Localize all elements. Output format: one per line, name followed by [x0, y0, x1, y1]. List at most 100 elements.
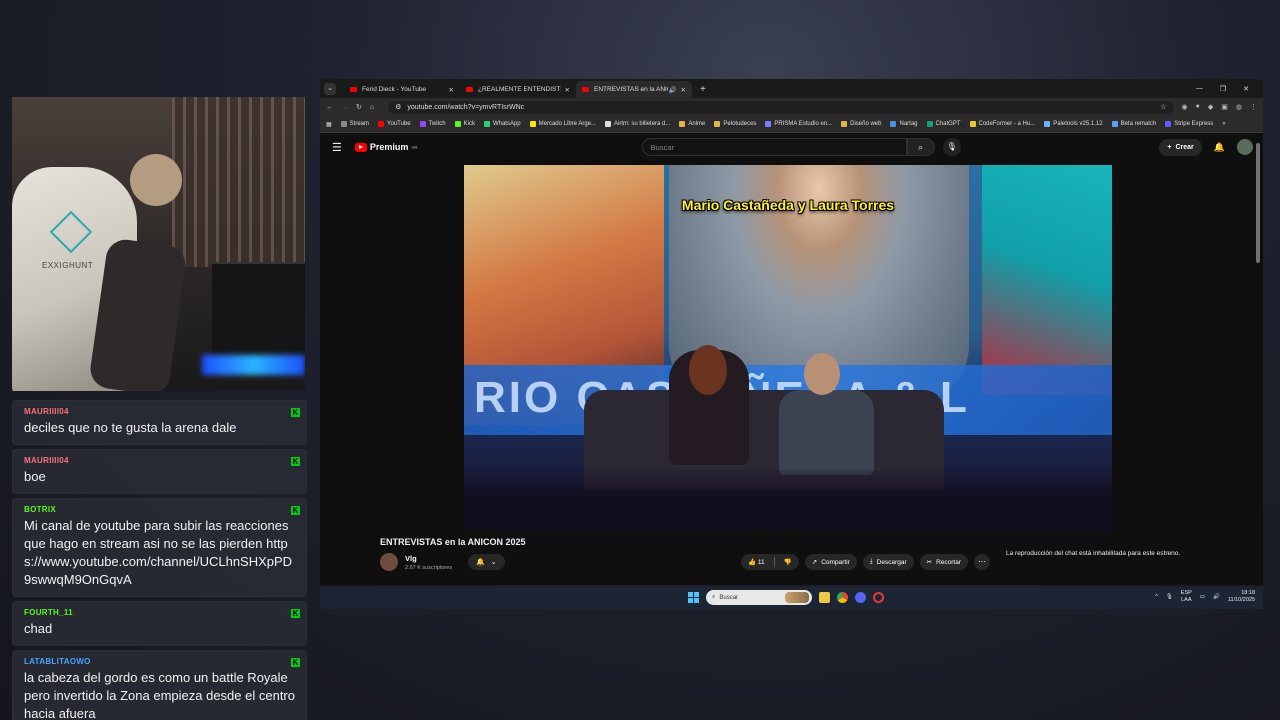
- video-player[interactable]: RIO CASTAÑEDA & L Mario Castañeda y Laur…: [464, 165, 1112, 530]
- windows-start-icon[interactable]: [688, 592, 699, 603]
- youtube-logo[interactable]: Premium AR: [354, 142, 418, 152]
- chat-text: boe: [24, 469, 46, 484]
- reload-icon[interactable]: ↻: [356, 103, 362, 111]
- chat-message: MAURIIII04 boe K: [12, 449, 307, 494]
- volume-icon[interactable]: 🔊: [1213, 594, 1220, 600]
- bookmark-item[interactable]: WhatsApp: [483, 121, 521, 127]
- close-tab-icon[interactable]: ✕: [449, 86, 454, 94]
- extension-icon[interactable]: ●: [1196, 103, 1200, 111]
- clock[interactable]: 18:18 11/10/2025: [1228, 590, 1255, 604]
- youtube-play-icon: [354, 142, 367, 152]
- app-icon[interactable]: [873, 592, 884, 603]
- close-tab-icon[interactable]: ✕: [565, 86, 570, 94]
- url-field[interactable]: ⚙ youtube.com/watch?v=ymvRTIsrWNc ☆: [388, 100, 1174, 114]
- bookmark-item[interactable]: Stripe Express: [1165, 121, 1213, 127]
- profile-icon[interactable]: ◍: [1236, 103, 1242, 111]
- maximize-icon[interactable]: ❐: [1220, 85, 1226, 93]
- logo-country: AR: [411, 144, 418, 150]
- dislike-button[interactable]: 👎: [784, 558, 792, 566]
- chat-username[interactable]: MAURIIII04: [24, 407, 295, 416]
- network-icon[interactable]: ▭: [1200, 594, 1205, 600]
- minimize-icon[interactable]: —: [1196, 85, 1203, 93]
- youtube-header: ☰ Premium AR Buscar ⌕ 🎙 + Crear 🔔: [320, 133, 1263, 161]
- bookmark-item[interactable]: Anime: [679, 121, 705, 127]
- windows-taskbar: ⌕ Buscar ^ 🎙 ESP LAA ▭ 🔊 18:18 11/10/2025: [320, 587, 1263, 609]
- channel-avatar[interactable]: [380, 553, 398, 571]
- chevron-down-icon: ⌄: [490, 559, 497, 566]
- bookmark-item[interactable]: ChatGPT: [926, 121, 961, 127]
- video-caption: Mario Castañeda y Laura Torres: [681, 197, 895, 213]
- hat-decoration: [130, 154, 182, 206]
- mic-icon[interactable]: 🎙: [942, 138, 961, 156]
- bookmark-item[interactable]: Paletools v25.1.12: [1044, 121, 1103, 127]
- mic-tray-icon[interactable]: 🎙: [1166, 594, 1173, 600]
- bookmark-item[interactable]: Beta rematch: [1111, 121, 1156, 127]
- discord-icon[interactable]: [855, 592, 866, 603]
- bookmark-item[interactable]: Kick: [454, 121, 475, 127]
- clip-button[interactable]: ✂ Recortar: [919, 554, 968, 570]
- apps-icon[interactable]: ▦: [326, 121, 332, 128]
- menu-kebab-icon[interactable]: ⋮: [1250, 103, 1257, 111]
- avatar[interactable]: [1237, 139, 1253, 155]
- hamburger-menu-icon[interactable]: ☰: [332, 141, 342, 154]
- search-input[interactable]: Buscar: [641, 138, 907, 156]
- chat-message: FOURTH_11 chad K: [12, 601, 307, 646]
- tab-3-active[interactable]: ENTREVISTAS en la ANICON🔊 ✕: [576, 81, 692, 98]
- close-tab-icon[interactable]: ✕: [681, 86, 686, 94]
- page-scrollbar[interactable]: [1256, 143, 1260, 263]
- bookmark-item[interactable]: YouTube: [378, 121, 411, 127]
- bookmark-label: Mercado Libre Arge...: [538, 121, 597, 127]
- bookmark-item[interactable]: Mercado Libre Arge...: [529, 121, 597, 127]
- close-window-icon[interactable]: ✕: [1243, 85, 1249, 93]
- tab-1[interactable]: Ferid Dieck - YouTube ✕: [344, 81, 460, 98]
- channel-name[interactable]: Vlg: [405, 554, 452, 563]
- bookmark-item[interactable]: Airtm: su billetera d...: [605, 121, 670, 127]
- bookmark-item[interactable]: Pelotudeces: [714, 121, 756, 127]
- file-explorer-icon[interactable]: [819, 592, 830, 603]
- new-tab-icon[interactable]: +: [700, 84, 706, 95]
- bookmark-label: Kick: [463, 121, 475, 127]
- share-button[interactable]: ↗ Compartir: [804, 554, 857, 570]
- bookmark-item[interactable]: Twitch: [419, 121, 446, 127]
- chevron-up-icon[interactable]: ^: [1155, 594, 1158, 600]
- chrome-icon[interactable]: [837, 592, 848, 603]
- extension-icon[interactable]: ◉: [1182, 103, 1188, 111]
- subscribed-button[interactable]: 🔔 ⌄: [468, 554, 505, 570]
- bookmark-star-icon[interactable]: ☆: [1160, 103, 1166, 111]
- extensions-puzzle-icon[interactable]: ▣: [1221, 103, 1228, 111]
- bookmark-item[interactable]: Diseño web: [841, 121, 881, 127]
- bookmark-favicon-icon: [765, 121, 772, 127]
- tab-search-icon[interactable]: ⌄: [324, 83, 336, 95]
- site-info-icon[interactable]: ⚙: [395, 103, 401, 111]
- language-indicator[interactable]: ESP LAA: [1181, 590, 1192, 604]
- bookmark-label: Nartag: [899, 121, 918, 127]
- chat-username[interactable]: BOTRIX: [24, 505, 295, 514]
- forward-icon[interactable]: →: [341, 104, 348, 111]
- more-bookmarks-icon[interactable]: »: [1222, 121, 1225, 127]
- bookmark-favicon-icon: [483, 121, 490, 127]
- guest-man-head: [804, 353, 840, 395]
- like-button[interactable]: 👍 11: [748, 558, 765, 566]
- search-icon[interactable]: ⌕: [906, 138, 935, 156]
- audio-icon[interactable]: 🔊: [668, 86, 676, 94]
- back-icon[interactable]: ←: [326, 104, 333, 111]
- download-button[interactable]: ⤓ Descargar: [862, 554, 914, 570]
- bookmark-label: YouTube: [387, 121, 411, 127]
- bookmark-item[interactable]: Nartag: [890, 121, 918, 127]
- video-title: ENTREVISTAS en la ANICON 2025: [380, 537, 526, 547]
- chat-username[interactable]: MAURIIII04: [24, 456, 295, 465]
- kick-badge-icon: K: [291, 506, 300, 515]
- more-actions-icon[interactable]: ⋯: [974, 554, 990, 570]
- bookmark-item[interactable]: CodeFormer - a Hu...: [969, 121, 1035, 127]
- create-button[interactable]: + Crear: [1159, 138, 1202, 156]
- chat-username[interactable]: FOURTH_11: [24, 608, 295, 617]
- bookmark-favicon-icon: [1111, 121, 1118, 127]
- bookmark-item[interactable]: PRISMA Estudio en...: [765, 121, 832, 127]
- home-icon[interactable]: ⌂: [370, 104, 374, 111]
- extension-icon[interactable]: ◆: [1208, 103, 1213, 111]
- tab-2[interactable]: ¿REALMENTE ENTENDISTE qué ✕: [460, 81, 576, 98]
- notifications-bell-icon[interactable]: 🔔: [1214, 142, 1225, 153]
- chat-username[interactable]: LATABLITAOWO: [24, 657, 295, 666]
- taskbar-search-input[interactable]: ⌕ Buscar: [706, 590, 812, 605]
- bookmark-item[interactable]: Stream: [340, 121, 369, 127]
